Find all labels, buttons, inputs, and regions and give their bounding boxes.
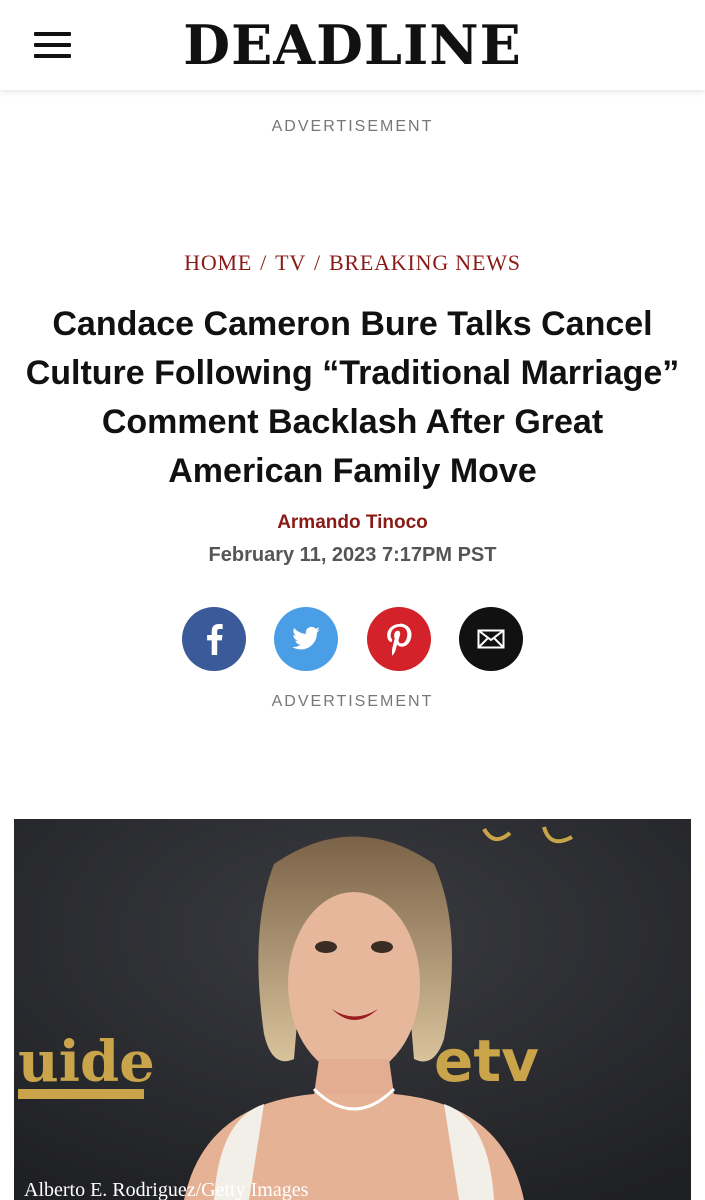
breadcrumb-separator: / <box>260 250 268 275</box>
twitter-share-button[interactable] <box>274 607 338 671</box>
hero-photo: uide etv <box>14 819 691 1200</box>
site-header: DEADLINE <box>0 0 705 90</box>
breadcrumb-home[interactable]: HOME <box>184 250 252 275</box>
twitter-icon <box>292 626 320 650</box>
article-headline: Candace Cameron Bure Talks Cancel Cultur… <box>25 305 680 490</box>
breadcrumb-tv[interactable]: TV <box>275 250 306 275</box>
svg-text:uide: uide <box>18 1029 155 1095</box>
email-icon <box>477 629 505 649</box>
breadcrumb-breaking-news[interactable]: BREAKING NEWS <box>329 250 521 275</box>
site-logo[interactable]: DEADLINE <box>0 12 705 78</box>
email-share-button[interactable] <box>459 607 523 671</box>
image-caption: Alberto E. Rodriguez/Getty Images <box>24 1179 309 1200</box>
pinterest-icon <box>387 623 412 656</box>
svg-text:etv: etv <box>434 1027 539 1095</box>
pinterest-share-button[interactable] <box>367 607 431 671</box>
article-hero-image[interactable]: uide etv Alberto E. Rodriguez/Getty Imag… <box>14 819 691 1200</box>
author-link[interactable]: Armando Tinoco <box>0 512 705 534</box>
publish-date: February 11, 2023 7:17PM PST <box>208 544 497 566</box>
advertisement-label: ADVERTISEMENT <box>271 118 434 135</box>
facebook-share-button[interactable] <box>182 607 246 671</box>
advertisement-label: ADVERTISEMENT <box>271 693 434 710</box>
facebook-icon <box>207 624 223 655</box>
breadcrumb-separator: / <box>314 250 321 275</box>
breadcrumb: HOME / TV / BREAKING NEWS <box>0 250 705 276</box>
